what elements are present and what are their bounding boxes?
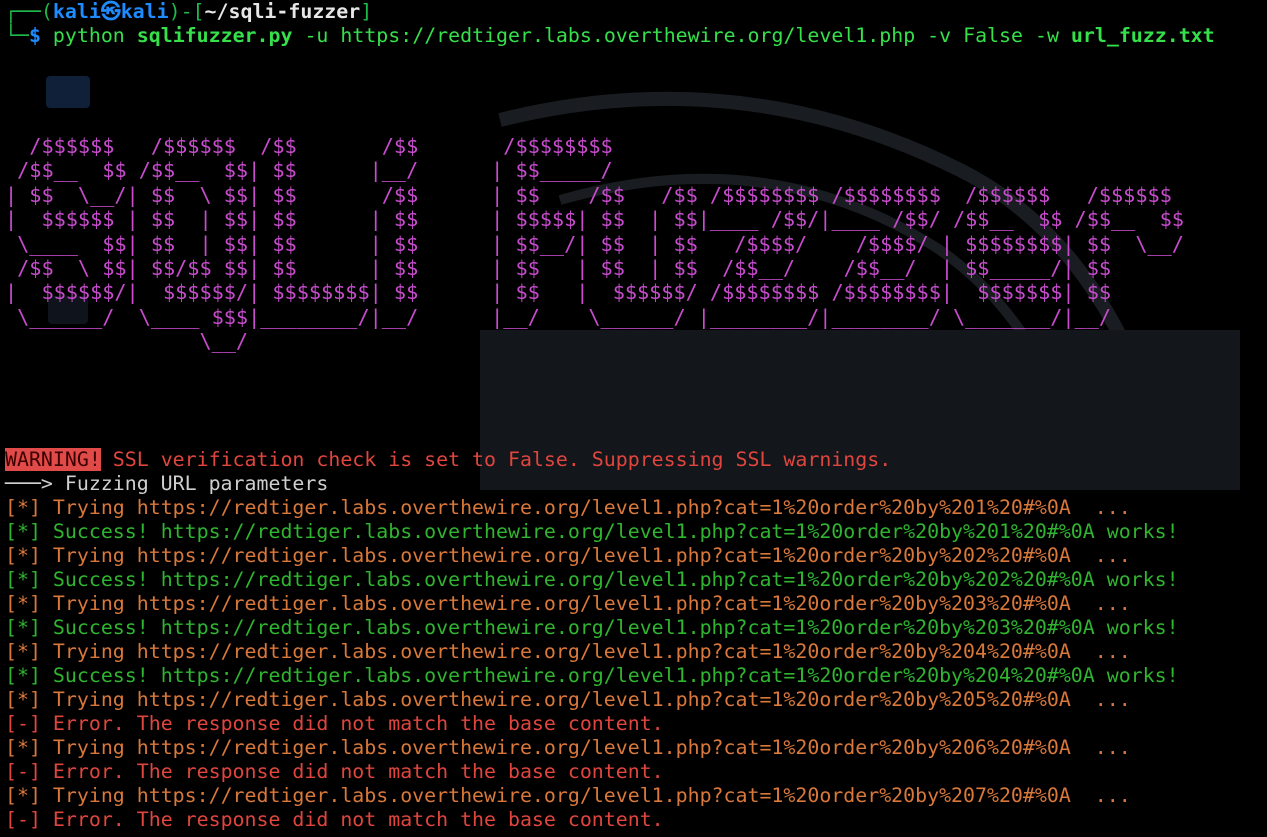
log-text: Success! https://redtiger.labs.overthewi… xyxy=(40,616,1179,639)
log-prefix: [*] xyxy=(5,736,41,759)
log-text: Success! https://redtiger.labs.overthewi… xyxy=(40,664,1179,687)
log-text: Trying https://redtiger.labs.overthewire… xyxy=(40,688,1131,711)
log-prefix: [-] xyxy=(5,760,41,783)
command-flag-v: -v xyxy=(927,24,952,47)
home-icon xyxy=(46,76,90,108)
fuzzer-output: WARNING! SSL verification check is set t… xyxy=(5,448,1267,832)
log-line-try: [*] Trying https://redtiger.labs.overthe… xyxy=(5,784,1267,808)
log-line-ok: [*] Success! https://redtiger.labs.overt… xyxy=(5,664,1267,688)
log-prefix: [*] xyxy=(5,664,41,687)
arrow-icon: ───> xyxy=(5,472,53,495)
log-line-try: [*] Trying https://redtiger.labs.overthe… xyxy=(5,496,1267,520)
command-url: https://redtiger.labs.overthewire.org/le… xyxy=(340,24,916,47)
log-prefix: [*] xyxy=(5,592,41,615)
prompt-corner-bottom: └─ xyxy=(5,24,29,47)
prompt-corner-top: ┌──( xyxy=(5,0,53,23)
log-text: Trying https://redtiger.labs.overthewire… xyxy=(40,592,1131,615)
log-prefix: [*] xyxy=(5,496,41,519)
log-prefix: [*] xyxy=(5,784,41,807)
warning-line: WARNING! SSL verification check is set t… xyxy=(5,448,1267,472)
log-line-err: [-] Error. The response did not match th… xyxy=(5,760,1267,784)
log-line-err: [-] Error. The response did not match th… xyxy=(5,808,1267,832)
warning-badge: WARNING! xyxy=(5,448,101,471)
log-list: [*] Trying https://redtiger.labs.overthe… xyxy=(5,496,1267,832)
command-python: python xyxy=(52,24,125,47)
log-line-try: [*] Trying https://redtiger.labs.overthe… xyxy=(5,688,1267,712)
section-label: Fuzzing URL parameters xyxy=(52,472,329,495)
prompt-host: kali xyxy=(120,0,169,23)
log-prefix: [-] xyxy=(5,808,41,831)
log-text: Trying https://redtiger.labs.overthewire… xyxy=(40,640,1131,663)
log-line-err: [-] Error. The response did not match th… xyxy=(5,712,1267,736)
prompt-dollar: $ xyxy=(28,24,41,47)
log-prefix: [*] xyxy=(5,520,41,543)
log-prefix: [-] xyxy=(5,712,41,735)
log-text: Error. The response did not match the ba… xyxy=(40,808,664,831)
command-script: sqlifuzzer.py xyxy=(136,24,293,47)
command-line: └─$ python sqlifuzzer.py -u https://redt… xyxy=(5,24,1267,48)
log-text: Success! https://redtiger.labs.overthewi… xyxy=(40,568,1179,591)
section-line: ───> Fuzzing URL parameters xyxy=(5,472,1267,496)
command-flag-u: -u xyxy=(304,24,329,47)
command-wordlist: url_fuzz.txt xyxy=(1070,24,1215,47)
log-line-ok: [*] Success! https://redtiger.labs.overt… xyxy=(5,616,1267,640)
log-text: Trying https://redtiger.labs.overthewire… xyxy=(40,496,1131,519)
prompt-user: kali xyxy=(52,0,101,23)
prompt-at-icon: ㉿ xyxy=(100,0,121,23)
log-text: Success! https://redtiger.labs.overthewi… xyxy=(40,520,1179,543)
command-false: False xyxy=(963,24,1023,47)
prompt-cwd: ~/sqli-fuzzer xyxy=(204,0,361,23)
command-flag-w: -w xyxy=(1034,24,1059,47)
log-prefix: [*] xyxy=(5,640,41,663)
terminal-output: ┌──(kali㉿kali)-[~/sqli-fuzzer] └─$ pytho… xyxy=(5,0,1267,48)
log-prefix: [*] xyxy=(5,688,41,711)
log-text: Error. The response did not match the ba… xyxy=(40,760,664,783)
sqli-fuzzer-banner: /$$$$$$ /$$$$$$ /$$ /$$ /$$$$$$$$ /$$__ … xyxy=(5,134,1184,354)
warning-message: SSL verification check is set to False. … xyxy=(100,448,892,471)
log-line-try: [*] Trying https://redtiger.labs.overthe… xyxy=(5,592,1267,616)
log-line-try: [*] Trying https://redtiger.labs.overthe… xyxy=(5,640,1267,664)
log-line-try: [*] Trying https://redtiger.labs.overthe… xyxy=(5,736,1267,760)
log-prefix: [*] xyxy=(5,544,41,567)
prompt-separator: )-[ xyxy=(168,0,205,23)
log-prefix: [*] xyxy=(5,616,41,639)
prompt-bracket: ] xyxy=(360,0,373,23)
log-text: Trying https://redtiger.labs.overthewire… xyxy=(40,736,1131,759)
log-line-try: [*] Trying https://redtiger.labs.overthe… xyxy=(5,544,1267,568)
log-text: Trying https://redtiger.labs.overthewire… xyxy=(40,544,1131,567)
log-text: Error. The response did not match the ba… xyxy=(40,712,664,735)
log-text: Trying https://redtiger.labs.overthewire… xyxy=(40,784,1131,807)
prompt-line-1: ┌──(kali㉿kali)-[~/sqli-fuzzer] xyxy=(5,0,1267,24)
log-prefix: [*] xyxy=(5,568,41,591)
log-line-ok: [*] Success! https://redtiger.labs.overt… xyxy=(5,568,1267,592)
log-line-ok: [*] Success! https://redtiger.labs.overt… xyxy=(5,520,1267,544)
